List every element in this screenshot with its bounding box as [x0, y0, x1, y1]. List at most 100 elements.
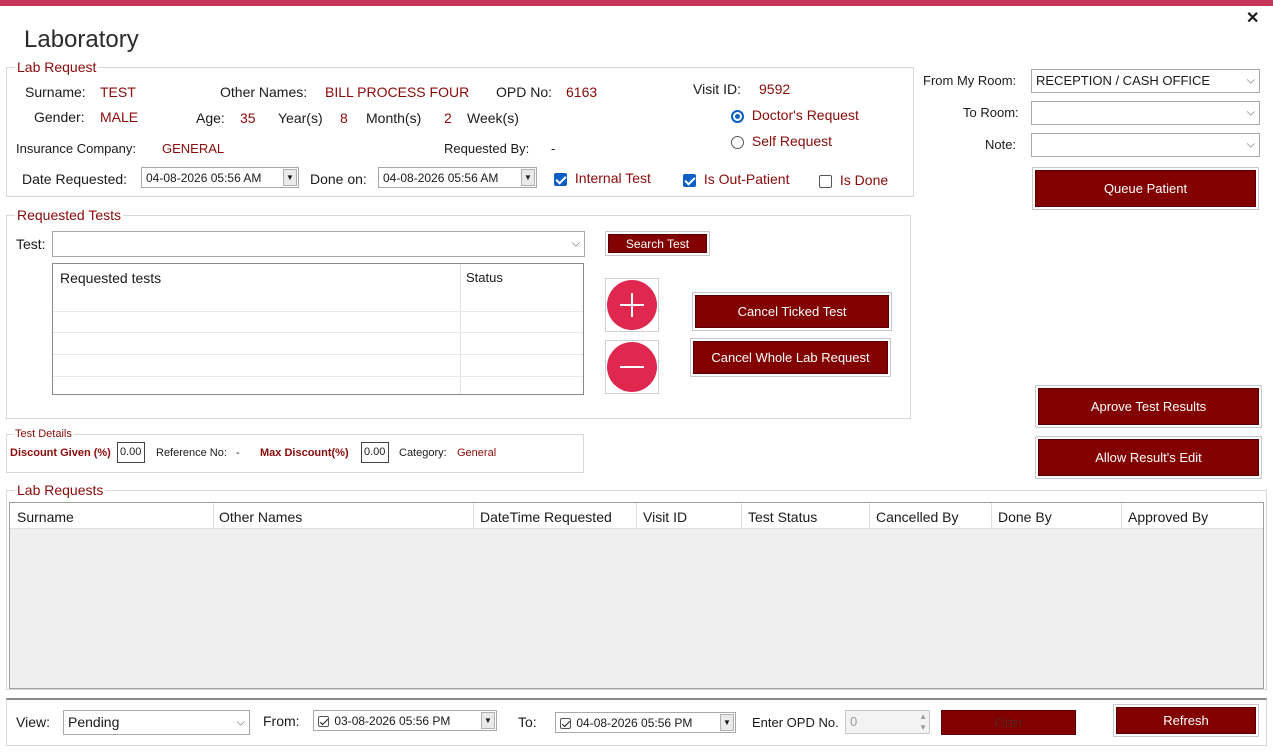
done-on-value: 04-08-2026 05:56 AM [383, 171, 499, 185]
cancel-ticked-test-button[interactable]: Cancel Ticked Test [695, 295, 889, 328]
age-months-value: 8 [340, 110, 348, 126]
gender-label: Gender: [34, 109, 85, 125]
checkbox-checked-icon [683, 173, 696, 187]
age-label: Age: [196, 110, 225, 126]
date-requested-picker[interactable]: 04-08-2026 05:56 AM ▼ [141, 167, 299, 188]
max-discount-input[interactable]: 0.00 [361, 442, 389, 463]
out-patient-checkbox[interactable]: Is Out-Patient [683, 171, 789, 187]
to-room-label: To Room: [963, 105, 1019, 120]
surname-label: Surname: [25, 84, 86, 100]
test-label: Test: [16, 236, 46, 252]
table-row[interactable] [53, 376, 583, 377]
checkbox-checked-icon[interactable] [318, 716, 329, 728]
column-divider [991, 503, 992, 529]
insurance-value: GENERAL [162, 141, 225, 156]
lab-requests-legend: Lab Requests [15, 482, 106, 498]
table-row[interactable] [53, 354, 583, 355]
internal-test-label: Internal Test [574, 170, 651, 186]
view-select[interactable]: Pending ⌵ [63, 710, 250, 735]
test-select[interactable]: ⌵ [52, 231, 585, 257]
remove-test-button[interactable] [605, 340, 659, 394]
doctors-request-radio[interactable]: Doctor's Request [731, 107, 859, 123]
requested-by-label: Requested By: [444, 141, 530, 156]
column-divider [460, 264, 461, 394]
lab-requests-grid: Surname Other Names DateTime Requested V… [9, 502, 1264, 689]
minus-icon [607, 342, 657, 392]
from-room-select[interactable]: RECEPTION / CASH OFFICE ⌵ [1031, 69, 1260, 93]
column-divider [741, 503, 742, 529]
visit-id-label: Visit ID: [693, 81, 741, 97]
column-header[interactable]: Done By [998, 509, 1052, 525]
date-requested-label: Date Requested: [22, 171, 128, 187]
column-header[interactable]: Requested tests [60, 270, 161, 286]
from-date-picker[interactable]: 03-08-2026 05:56 PM ▼ [313, 710, 497, 731]
view-label: View: [16, 714, 50, 730]
date-requested-value: 04-08-2026 05:56 AM [146, 171, 262, 185]
column-header[interactable]: Approved By [1128, 509, 1208, 525]
done-on-picker[interactable]: 04-08-2026 05:56 AM ▼ [378, 167, 537, 188]
from-room-label: From My Room: [923, 73, 1017, 88]
spin-down-icon[interactable]: ▼ [919, 723, 927, 732]
view-value: Pending [68, 714, 120, 730]
months-label: Month(s) [366, 110, 422, 126]
checkbox-checked-icon[interactable] [560, 718, 571, 730]
cancel-whole-lab-request-button[interactable]: Cancel Whole Lab Request [693, 341, 888, 374]
category-label: Category: [399, 447, 447, 459]
other-names-label: Other Names: [220, 84, 308, 100]
chevron-down-icon[interactable]: ▼ [283, 169, 297, 186]
table-row[interactable] [53, 332, 583, 333]
discount-input[interactable]: 0.00 [117, 442, 145, 463]
years-label: Year(s) [278, 110, 323, 126]
window-top-border [0, 0, 1273, 6]
close-icon[interactable]: ✕ [1246, 8, 1259, 28]
is-done-checkbox[interactable]: Is Done [819, 172, 888, 188]
column-header[interactable]: Status [466, 270, 503, 285]
chevron-down-icon: ⌵ [1246, 138, 1255, 151]
add-test-button[interactable] [605, 278, 659, 332]
opd-number-value: 0 [850, 714, 858, 729]
refresh-button[interactable]: Refresh [1116, 707, 1256, 734]
column-header[interactable]: Surname [17, 509, 74, 525]
table-row[interactable] [53, 311, 583, 312]
column-header[interactable]: Test Status [748, 509, 817, 525]
radio-selected-icon [731, 109, 744, 123]
test-details-legend: Test Details [13, 428, 74, 440]
filter-button[interactable]: Filter [941, 710, 1076, 735]
spin-up-icon[interactable]: ▲ [919, 712, 927, 721]
column-header[interactable]: Visit ID [643, 509, 687, 525]
age-weeks-value: 2 [444, 110, 452, 126]
category-value: General [457, 447, 497, 459]
doctors-request-label: Doctor's Request [751, 107, 859, 123]
max-discount-label: Max Discount(%) [260, 447, 349, 459]
search-test-button[interactable]: Search Test [608, 234, 707, 253]
opd-value: 6163 [566, 84, 598, 100]
column-header[interactable]: Cancelled By [876, 509, 959, 525]
self-request-label: Self Request [751, 133, 833, 149]
page-title: Laboratory [24, 26, 139, 53]
from-room-value: RECEPTION / CASH OFFICE [1036, 73, 1211, 88]
column-header[interactable]: DateTime Requested [480, 509, 612, 525]
internal-test-checkbox[interactable]: Internal Test [554, 170, 651, 186]
insurance-label: Insurance Company: [16, 141, 136, 156]
chevron-down-icon[interactable]: ▼ [481, 712, 495, 729]
out-patient-label: Is Out-Patient [703, 171, 790, 187]
visit-id-value: 9592 [759, 81, 791, 97]
queue-patient-button[interactable]: Queue Patient [1035, 170, 1256, 207]
to-date-picker[interactable]: 04-08-2026 05:56 PM ▼ [555, 712, 736, 733]
chevron-down-icon[interactable]: ▼ [521, 169, 535, 186]
column-divider [869, 503, 870, 529]
note-select[interactable]: ⌵ [1031, 133, 1260, 157]
opd-number-input[interactable]: 0 ▲ ▼ [845, 710, 930, 734]
reference-label: Reference No: [156, 447, 227, 459]
requested-tests-grid: Requested tests Status [52, 263, 584, 395]
allow-result-edit-button[interactable]: Allow Result's Edit [1038, 439, 1259, 476]
column-header[interactable]: Other Names [219, 509, 302, 525]
approve-test-results-button[interactable]: Aprove Test Results [1038, 388, 1259, 425]
to-room-select[interactable]: ⌵ [1031, 101, 1260, 125]
requested-by-value: - [551, 141, 556, 156]
note-label: Note: [985, 137, 1017, 152]
other-names-value: BILL PROCESS FOUR [325, 84, 470, 100]
chevron-down-icon[interactable]: ▼ [720, 714, 734, 731]
from-label: From: [263, 713, 300, 729]
self-request-radio[interactable]: Self Request [731, 133, 832, 149]
